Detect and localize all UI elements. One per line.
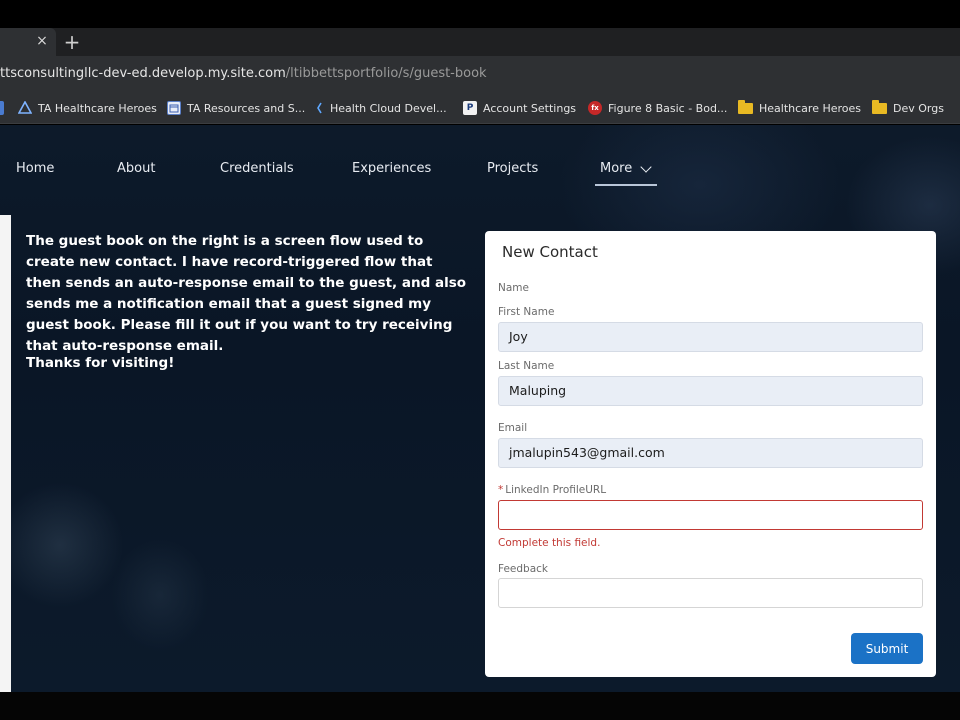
bookmark-ta-healthcare-heroes[interactable]: TA Healthcare Heroes bbox=[18, 100, 157, 116]
linkedin-label: LinkedIn ProfileURL bbox=[505, 484, 607, 496]
url-path: /ltibbettsportfolio/s/guest-book bbox=[285, 66, 487, 81]
bookmark-health-cloud[interactable]: Health Cloud Devel... bbox=[316, 100, 447, 116]
browser-tab-strip: × + bbox=[0, 28, 960, 56]
browser-tab[interactable]: × bbox=[0, 28, 56, 56]
nav-more-label: More bbox=[600, 161, 633, 176]
nav-credentials[interactable]: Credentials bbox=[220, 161, 294, 176]
nav-home[interactable]: Home bbox=[16, 161, 54, 176]
bookmark-label: Dev Orgs bbox=[893, 101, 944, 115]
linkedin-error-message: Complete this field. bbox=[498, 537, 601, 549]
folder-icon bbox=[738, 99, 753, 114]
intro-text: The guest book on the right is a screen … bbox=[26, 233, 467, 354]
linkedin-label-row: * LinkedIn ProfileURL bbox=[498, 484, 606, 496]
new-tab-icon[interactable]: + bbox=[62, 32, 82, 52]
bottom-letterbox bbox=[0, 692, 960, 720]
nav-more[interactable]: More bbox=[600, 160, 652, 176]
feedback-field[interactable] bbox=[498, 578, 923, 608]
bookmark-ta-resources[interactable]: TA Resources and S... bbox=[167, 100, 305, 116]
nav-experiences[interactable]: Experiences bbox=[352, 161, 431, 176]
nav-active-underline bbox=[595, 184, 657, 186]
feedback-label: Feedback bbox=[498, 563, 549, 575]
bookmark-folder-healthcare-heroes[interactable]: Healthcare Heroes bbox=[738, 99, 862, 116]
bookmark-label: Health Cloud Devel... bbox=[330, 101, 447, 115]
ta-icon bbox=[18, 101, 32, 115]
bookmark-label: TA Healthcare Heroes bbox=[38, 101, 157, 115]
thanks-text: Thanks for visiting! bbox=[26, 355, 175, 371]
nav-about[interactable]: About bbox=[117, 161, 155, 176]
address-bar[interactable]: ttsconsultingllc-dev-ed.develop.my.site.… bbox=[0, 56, 960, 92]
email-label: Email bbox=[498, 422, 528, 434]
last-name-label: Last Name bbox=[498, 360, 555, 372]
form-title: New Contact bbox=[502, 243, 598, 261]
salesforce-icon bbox=[316, 101, 324, 115]
site-nav: Home About Credentials Experiences Proje… bbox=[0, 125, 960, 215]
email-field[interactable]: jmalupin543@gmail.com bbox=[498, 438, 923, 468]
first-name-field[interactable]: Joy bbox=[498, 322, 923, 352]
nav-projects[interactable]: Projects bbox=[487, 161, 538, 176]
bookmark-account-settings[interactable]: P Account Settings bbox=[463, 100, 576, 116]
required-mark: * bbox=[498, 484, 504, 496]
chevron-down-icon bbox=[640, 160, 652, 173]
bookmark-folder-dev-orgs[interactable]: Dev Orgs bbox=[872, 99, 944, 116]
bookmark-partial-icon bbox=[0, 101, 4, 115]
linkedin-url-field[interactable] bbox=[498, 500, 923, 530]
new-contact-form: New Contact Name First Name Joy Last Nam… bbox=[485, 231, 936, 677]
bookmark-label: Figure 8 Basic - Bod... bbox=[608, 101, 728, 115]
bookmarks-bar: TA Healthcare Heroes TA Resources and S.… bbox=[0, 92, 960, 124]
bookmark-partial[interactable] bbox=[0, 100, 10, 116]
bookmark-figure-8[interactable]: fx Figure 8 Basic - Bod... bbox=[588, 100, 727, 116]
url-host: ttsconsultingllc-dev-ed.develop.my.site.… bbox=[0, 66, 286, 81]
fx-icon: fx bbox=[588, 101, 602, 115]
top-letterbox bbox=[0, 0, 960, 28]
last-name-field[interactable]: Maluping bbox=[498, 376, 923, 406]
name-label: Name bbox=[498, 282, 529, 294]
url-text[interactable]: ttsconsultingllc-dev-ed.develop.my.site.… bbox=[0, 66, 487, 81]
p-icon: P bbox=[463, 101, 477, 115]
calendar-icon bbox=[167, 101, 181, 115]
bookmark-label: Healthcare Heroes bbox=[759, 101, 862, 115]
first-name-label: First Name bbox=[498, 306, 555, 318]
folder-icon bbox=[872, 99, 887, 114]
left-edge-panel bbox=[0, 215, 11, 692]
bookmark-label: TA Resources and S... bbox=[187, 101, 306, 115]
site-content: Home About Credentials Experiences Proje… bbox=[0, 125, 960, 692]
close-tab-icon[interactable]: × bbox=[34, 33, 50, 49]
submit-button[interactable]: Submit bbox=[851, 633, 923, 664]
bookmark-label: Account Settings bbox=[483, 101, 577, 115]
